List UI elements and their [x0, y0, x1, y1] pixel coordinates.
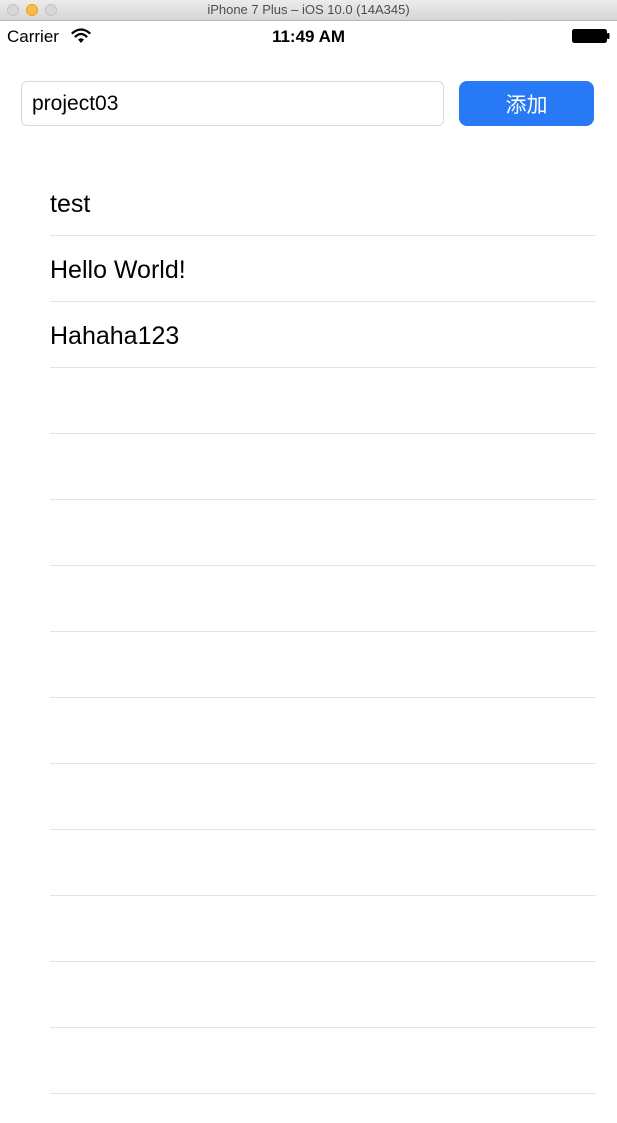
table-row[interactable]: [0, 434, 617, 500]
window-title-bar: iPhone 7 Plus – iOS 10.0 (14A345): [0, 0, 617, 21]
table-row[interactable]: [0, 830, 617, 896]
simulator-window: iPhone 7 Plus – iOS 10.0 (14A345) Carrie…: [0, 0, 617, 1123]
table-row-label: test: [50, 190, 91, 218]
table-row[interactable]: [0, 962, 617, 1028]
table-row-label: Hahaha123: [50, 322, 180, 350]
item-text-field[interactable]: [21, 81, 444, 126]
table-row[interactable]: [0, 698, 617, 764]
table-row[interactable]: test: [0, 170, 617, 236]
add-button[interactable]: 添加: [459, 81, 594, 126]
table-row[interactable]: [0, 632, 617, 698]
table-row-label: Hello World!: [50, 256, 186, 284]
battery-icon: [572, 29, 610, 43]
window-title: iPhone 7 Plus – iOS 10.0 (14A345): [207, 2, 410, 17]
item-table[interactable]: test Hello World! Hahaha123: [0, 170, 617, 1094]
status-bar: Carrier 11:49 AM: [0, 21, 617, 53]
table-row[interactable]: Hahaha123: [0, 302, 617, 368]
table-row[interactable]: Hello World!: [0, 236, 617, 302]
table-row[interactable]: [0, 368, 617, 434]
table-row[interactable]: [0, 500, 617, 566]
table-row[interactable]: [0, 566, 617, 632]
table-row[interactable]: [0, 764, 617, 830]
status-time: 11:49 AM: [271, 27, 346, 46]
table-row[interactable]: [0, 896, 617, 962]
table-row[interactable]: [0, 1028, 617, 1094]
